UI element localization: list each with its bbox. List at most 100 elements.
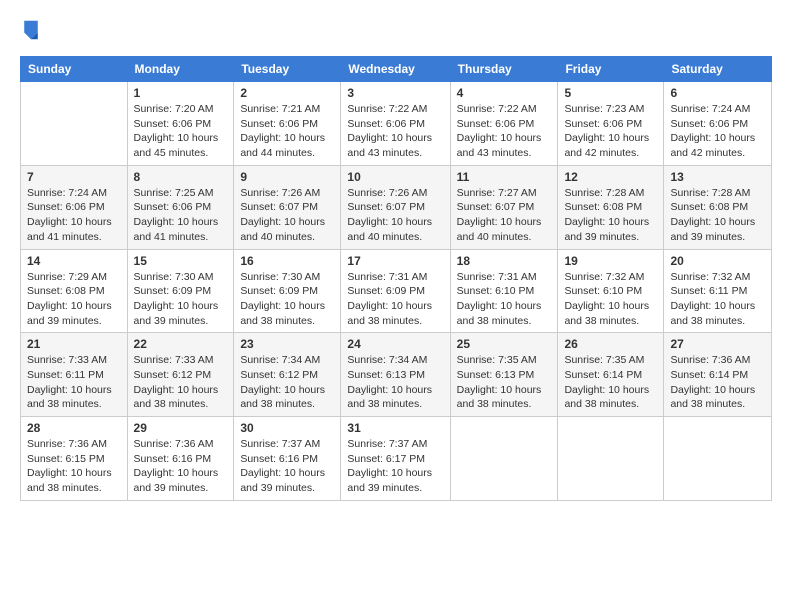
calendar-page: SundayMondayTuesdayWednesdayThursdayFrid… — [0, 0, 792, 612]
day-number: 20 — [670, 254, 765, 268]
day-number: 7 — [27, 170, 121, 184]
calendar-week-row: 21 Sunrise: 7:33 AM Sunset: 6:11 PM Dayli… — [21, 333, 772, 417]
weekday-header: Wednesday — [341, 57, 450, 82]
day-info: Sunrise: 7:32 AM Sunset: 6:11 PM Dayligh… — [670, 270, 765, 329]
calendar-cell: 19Sunrise: 7:32 AM Sunset: 6:10 PM Dayli… — [558, 249, 664, 333]
day-number: 29 — [134, 421, 228, 435]
day-number: 30 — [240, 421, 334, 435]
weekday-header-row: SundayMondayTuesdayWednesdayThursdayFrid… — [21, 57, 772, 82]
day-info: Sunrise: 7:28 AM Sunset: 6:08 PM Dayligh… — [564, 186, 657, 245]
calendar-cell: 9 Sunrise: 7:26 AM Sunset: 6:07 PM Daylig… — [234, 165, 341, 249]
calendar-cell: 15Sunrise: 7:30 AM Sunset: 6:09 PM Dayli… — [127, 249, 234, 333]
calendar-week-row: 1Sunrise: 7:20 AM Sunset: 6:06 PM Daylig… — [21, 82, 772, 166]
calendar-cell: 31Sunrise: 7:37 AM Sunset: 6:17 PM Dayli… — [341, 417, 450, 501]
calendar-cell: 6Sunrise: 7:24 AM Sunset: 6:06 PM Daylig… — [664, 82, 772, 166]
day-info: Sunrise: 7:21 AM Sunset: 6:06 PM Dayligh… — [240, 102, 334, 161]
calendar-cell: 5 Sunrise: 7:23 AM Sunset: 6:06 PM Daylig… — [558, 82, 664, 166]
calendar-cell — [21, 82, 128, 166]
calendar-cell: 21 Sunrise: 7:33 AM Sunset: 6:11 PM Dayli… — [21, 333, 128, 417]
calendar-week-row: 7 Sunrise: 7:24 AM Sunset: 6:06 PM Daylig… — [21, 165, 772, 249]
calendar-cell: 18 Sunrise: 7:31 AM Sunset: 6:10 PM Dayli… — [450, 249, 558, 333]
day-number: 13 — [670, 170, 765, 184]
calendar-cell: 25Sunrise: 7:35 AM Sunset: 6:13 PM Dayli… — [450, 333, 558, 417]
day-info: Sunrise: 7:36 AM Sunset: 6:14 PM Dayligh… — [670, 353, 765, 412]
day-info: Sunrise: 7:24 AM Sunset: 6:06 PM Dayligh… — [27, 186, 121, 245]
day-number: 10 — [347, 170, 443, 184]
weekday-header: Thursday — [450, 57, 558, 82]
day-number: 3 — [347, 86, 443, 100]
calendar-cell: 17Sunrise: 7:31 AM Sunset: 6:09 PM Dayli… — [341, 249, 450, 333]
weekday-header: Friday — [558, 57, 664, 82]
logo-icon — [20, 18, 40, 46]
day-number: 18 — [457, 254, 552, 268]
day-number: 26 — [564, 337, 657, 351]
day-number: 5 — [564, 86, 657, 100]
day-info: Sunrise: 7:30 AM Sunset: 6:09 PM Dayligh… — [134, 270, 228, 329]
day-number: 23 — [240, 337, 334, 351]
calendar-cell: 10 Sunrise: 7:26 AM Sunset: 6:07 PM Dayli… — [341, 165, 450, 249]
calendar-cell — [450, 417, 558, 501]
calendar-cell: 3 Sunrise: 7:22 AM Sunset: 6:06 PM Daylig… — [341, 82, 450, 166]
day-number: 16 — [240, 254, 334, 268]
calendar-cell: 7 Sunrise: 7:24 AM Sunset: 6:06 PM Daylig… — [21, 165, 128, 249]
day-number: 12 — [564, 170, 657, 184]
weekday-header: Saturday — [664, 57, 772, 82]
logo — [20, 18, 40, 46]
day-info: Sunrise: 7:26 AM Sunset: 6:07 PM Dayligh… — [347, 186, 443, 245]
day-info: Sunrise: 7:27 AM Sunset: 6:07 PM Dayligh… — [457, 186, 552, 245]
day-number: 8 — [134, 170, 228, 184]
day-info: Sunrise: 7:31 AM Sunset: 6:10 PM Dayligh… — [457, 270, 552, 329]
day-number: 1 — [134, 86, 228, 100]
day-number: 2 — [240, 86, 334, 100]
calendar-cell: 27 Sunrise: 7:36 AM Sunset: 6:14 PM Dayli… — [664, 333, 772, 417]
day-number: 21 — [27, 337, 121, 351]
day-number: 14 — [27, 254, 121, 268]
day-info: Sunrise: 7:36 AM Sunset: 6:15 PM Dayligh… — [27, 437, 121, 496]
header — [20, 18, 772, 46]
day-info: Sunrise: 7:33 AM Sunset: 6:12 PM Dayligh… — [134, 353, 228, 412]
calendar-cell: 16 Sunrise: 7:30 AM Sunset: 6:09 PM Dayli… — [234, 249, 341, 333]
day-info: Sunrise: 7:33 AM Sunset: 6:11 PM Dayligh… — [27, 353, 121, 412]
day-number: 28 — [27, 421, 121, 435]
weekday-header: Tuesday — [234, 57, 341, 82]
day-info: Sunrise: 7:30 AM Sunset: 6:09 PM Dayligh… — [240, 270, 334, 329]
calendar-cell: 14 Sunrise: 7:29 AM Sunset: 6:08 PM Dayli… — [21, 249, 128, 333]
calendar-cell: 8Sunrise: 7:25 AM Sunset: 6:06 PM Daylig… — [127, 165, 234, 249]
calendar-cell: 4 Sunrise: 7:22 AM Sunset: 6:06 PM Daylig… — [450, 82, 558, 166]
day-info: Sunrise: 7:34 AM Sunset: 6:13 PM Dayligh… — [347, 353, 443, 412]
day-info: Sunrise: 7:31 AM Sunset: 6:09 PM Dayligh… — [347, 270, 443, 329]
day-info: Sunrise: 7:28 AM Sunset: 6:08 PM Dayligh… — [670, 186, 765, 245]
day-info: Sunrise: 7:36 AM Sunset: 6:16 PM Dayligh… — [134, 437, 228, 496]
day-number: 24 — [347, 337, 443, 351]
calendar-cell: 22Sunrise: 7:33 AM Sunset: 6:12 PM Dayli… — [127, 333, 234, 417]
day-info: Sunrise: 7:29 AM Sunset: 6:08 PM Dayligh… — [27, 270, 121, 329]
calendar-cell: 29 Sunrise: 7:36 AM Sunset: 6:16 PM Dayli… — [127, 417, 234, 501]
day-number: 27 — [670, 337, 765, 351]
calendar-cell — [664, 417, 772, 501]
calendar-table: SundayMondayTuesdayWednesdayThursdayFrid… — [20, 56, 772, 501]
weekday-header: Sunday — [21, 57, 128, 82]
calendar-week-row: 14 Sunrise: 7:29 AM Sunset: 6:08 PM Dayli… — [21, 249, 772, 333]
day-info: Sunrise: 7:22 AM Sunset: 6:06 PM Dayligh… — [347, 102, 443, 161]
day-info: Sunrise: 7:35 AM Sunset: 6:13 PM Dayligh… — [457, 353, 552, 412]
calendar-cell: 20 Sunrise: 7:32 AM Sunset: 6:11 PM Dayli… — [664, 249, 772, 333]
calendar-cell: 28 Sunrise: 7:36 AM Sunset: 6:15 PM Dayli… — [21, 417, 128, 501]
day-number: 9 — [240, 170, 334, 184]
calendar-cell: 11Sunrise: 7:27 AM Sunset: 6:07 PM Dayli… — [450, 165, 558, 249]
calendar-week-row: 28 Sunrise: 7:36 AM Sunset: 6:15 PM Dayli… — [21, 417, 772, 501]
day-info: Sunrise: 7:34 AM Sunset: 6:12 PM Dayligh… — [240, 353, 334, 412]
day-info: Sunrise: 7:26 AM Sunset: 6:07 PM Dayligh… — [240, 186, 334, 245]
day-info: Sunrise: 7:32 AM Sunset: 6:10 PM Dayligh… — [564, 270, 657, 329]
calendar-cell: 30 Sunrise: 7:37 AM Sunset: 6:16 PM Dayli… — [234, 417, 341, 501]
calendar-cell — [558, 417, 664, 501]
weekday-header: Monday — [127, 57, 234, 82]
day-info: Sunrise: 7:22 AM Sunset: 6:06 PM Dayligh… — [457, 102, 552, 161]
day-number: 31 — [347, 421, 443, 435]
calendar-cell: 2 Sunrise: 7:21 AM Sunset: 6:06 PM Daylig… — [234, 82, 341, 166]
calendar-cell: 23 Sunrise: 7:34 AM Sunset: 6:12 PM Dayli… — [234, 333, 341, 417]
day-info: Sunrise: 7:37 AM Sunset: 6:16 PM Dayligh… — [240, 437, 334, 496]
calendar-cell: 26Sunrise: 7:35 AM Sunset: 6:14 PM Dayli… — [558, 333, 664, 417]
day-info: Sunrise: 7:23 AM Sunset: 6:06 PM Dayligh… — [564, 102, 657, 161]
day-number: 4 — [457, 86, 552, 100]
day-number: 6 — [670, 86, 765, 100]
